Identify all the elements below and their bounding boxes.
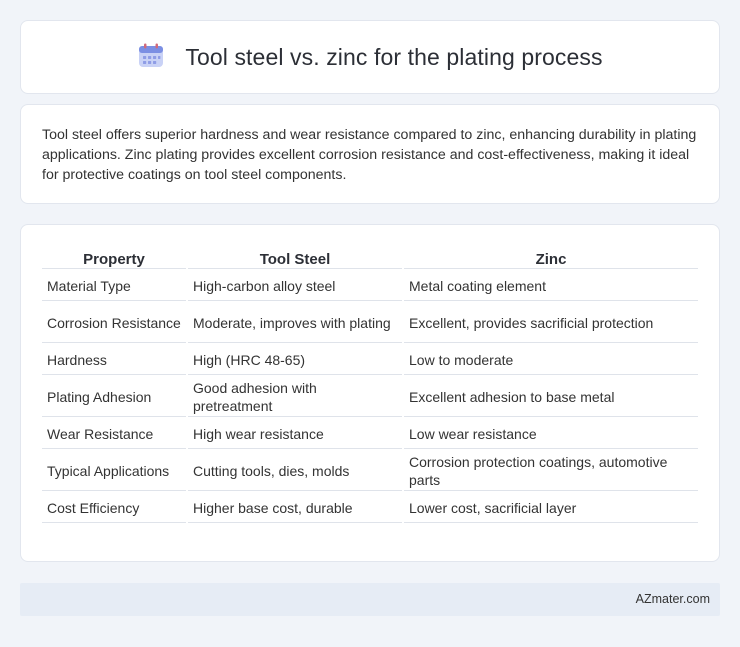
zinc-cell: Metal coating element	[404, 271, 698, 301]
comparison-table: Property Tool Steel Zinc Material Type H…	[40, 243, 700, 525]
zinc-cell: Lower cost, sacrificial layer	[404, 493, 698, 523]
table-header-row: Property Tool Steel Zinc	[42, 245, 698, 269]
tool-steel-cell: High-carbon alloy steel	[188, 271, 402, 301]
property-cell: Wear Resistance	[42, 419, 186, 449]
table-row: Wear Resistance High wear resistance Low…	[42, 419, 698, 449]
property-cell: Hardness	[42, 345, 186, 375]
summary-card: Tool steel offers superior hardness and …	[20, 104, 720, 204]
column-header-property: Property	[42, 245, 186, 269]
column-header-tool-steel: Tool Steel	[188, 245, 402, 269]
title-card: Tool steel vs. zinc for the plating proc…	[20, 20, 720, 94]
table-row: Material Type High-carbon alloy steel Me…	[42, 271, 698, 301]
tool-steel-cell: Cutting tools, dies, molds	[188, 451, 402, 491]
property-cell: Corrosion Resistance	[42, 303, 186, 343]
comparison-table-card: Property Tool Steel Zinc Material Type H…	[20, 224, 720, 562]
zinc-cell: Low wear resistance	[404, 419, 698, 449]
zinc-cell: Excellent adhesion to base metal	[404, 377, 698, 417]
footer-bar: AZmater.com	[20, 583, 720, 616]
table-row: Cost Efficiency Higher base cost, durabl…	[42, 493, 698, 523]
summary-text: Tool steel offers superior hardness and …	[42, 127, 697, 183]
zinc-cell: Corrosion protection coatings, automotiv…	[404, 451, 698, 491]
tool-steel-cell: Higher base cost, durable	[188, 493, 402, 523]
footer-brand: AZmater.com	[635, 592, 710, 606]
property-cell: Plating Adhesion	[42, 377, 186, 417]
zinc-cell: Excellent, provides sacrificial protecti…	[404, 303, 698, 343]
table-row: Plating Adhesion Good adhesion with pret…	[42, 377, 698, 417]
tool-steel-cell: Good adhesion with pretreatment	[188, 377, 402, 417]
tool-steel-cell: Moderate, improves with plating	[188, 303, 402, 343]
zinc-cell: Low to moderate	[404, 345, 698, 375]
table-row: Typical Applications Cutting tools, dies…	[42, 451, 698, 491]
property-cell: Material Type	[42, 271, 186, 301]
tool-steel-cell: High wear resistance	[188, 419, 402, 449]
property-cell: Cost Efficiency	[42, 493, 186, 523]
column-header-zinc: Zinc	[404, 245, 698, 269]
tool-steel-cell: High (HRC 48-65)	[188, 345, 402, 375]
calendar-icon	[139, 43, 164, 67]
table-row: Hardness High (HRC 48-65) Low to moderat…	[42, 345, 698, 375]
property-cell: Typical Applications	[42, 451, 186, 491]
page-title: Tool steel vs. zinc for the plating proc…	[185, 43, 603, 70]
table-row: Corrosion Resistance Moderate, improves …	[42, 303, 698, 343]
